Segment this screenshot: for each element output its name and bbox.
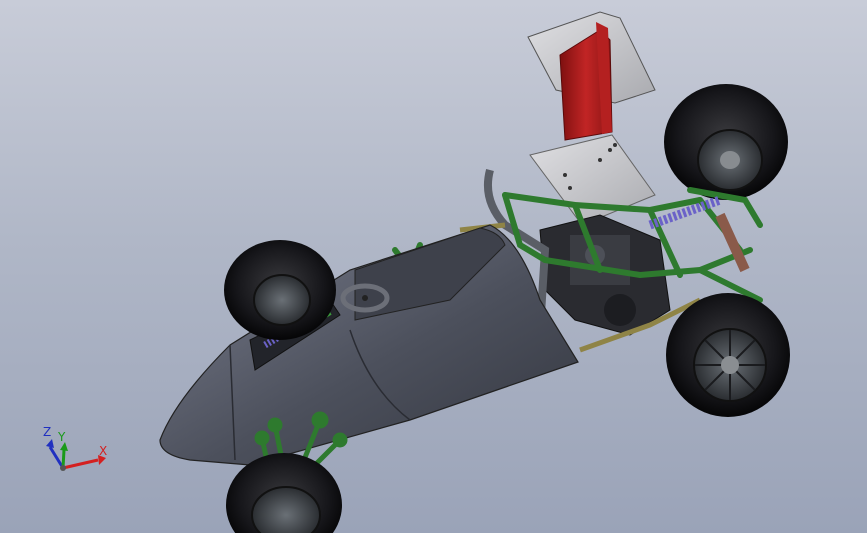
3d-viewport[interactable]: X Y Z xyxy=(0,0,867,533)
x-axis-label: X xyxy=(99,444,108,458)
rear-tire-top xyxy=(664,84,788,200)
rear-tire-bottom xyxy=(666,293,790,417)
orientation-triad: X Y Z xyxy=(38,422,118,482)
race-car-model[interactable] xyxy=(0,0,867,533)
y-axis-label: Y xyxy=(58,430,66,444)
front-tire-left xyxy=(224,240,336,340)
rear-wing xyxy=(527,11,656,141)
z-axis-label: Z xyxy=(43,425,52,439)
body-shell xyxy=(159,224,579,466)
